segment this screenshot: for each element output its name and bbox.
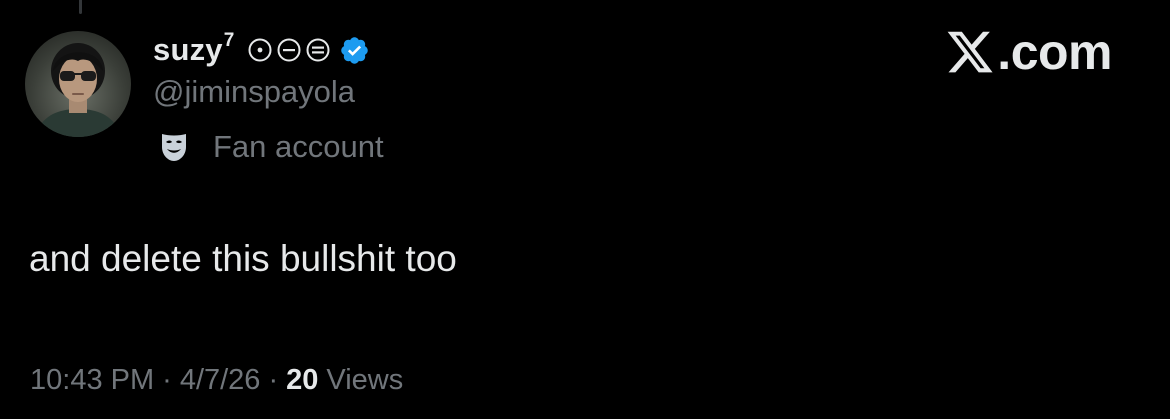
views-label: Views <box>326 364 404 396</box>
avatar-photo <box>35 43 121 137</box>
theater-mask-icon <box>162 134 186 161</box>
account-label[interactable]: Fan account <box>157 127 384 167</box>
circle-equals-emoji-icon <box>306 38 329 62</box>
verified-badge-icon[interactable] <box>339 35 370 66</box>
circle-minus-emoji-icon <box>277 38 300 62</box>
post-text: and delete this bullshit too <box>29 238 457 279</box>
display-name-suffix: 7 <box>223 29 235 51</box>
meta-separator: · <box>268 364 279 396</box>
author-display-name[interactable]: suzy7 <box>153 29 235 68</box>
name-emoji-group <box>247 37 331 63</box>
x-brand: .com <box>945 22 1112 82</box>
thread-connector-line <box>79 0 82 14</box>
author-handle[interactable]: @jiminspayola <box>153 74 355 110</box>
brand-domain-text: .com <box>997 24 1112 80</box>
author-name-row: suzy7 <box>153 30 370 70</box>
views-count[interactable]: 20 <box>286 364 318 397</box>
post-date[interactable]: 4/7/26 <box>180 364 261 397</box>
display-name-text: suzy <box>153 32 223 67</box>
post-meta: 10:43 PM · 4/7/26 · 20 Views <box>30 364 403 397</box>
avatar[interactable] <box>25 31 131 137</box>
circle-dot-emoji-icon <box>248 38 271 62</box>
post-time[interactable]: 10:43 PM <box>30 364 154 397</box>
meta-separator: · <box>162 364 172 396</box>
account-label-text: Fan account <box>213 129 384 164</box>
x-logo-icon <box>947 31 993 73</box>
